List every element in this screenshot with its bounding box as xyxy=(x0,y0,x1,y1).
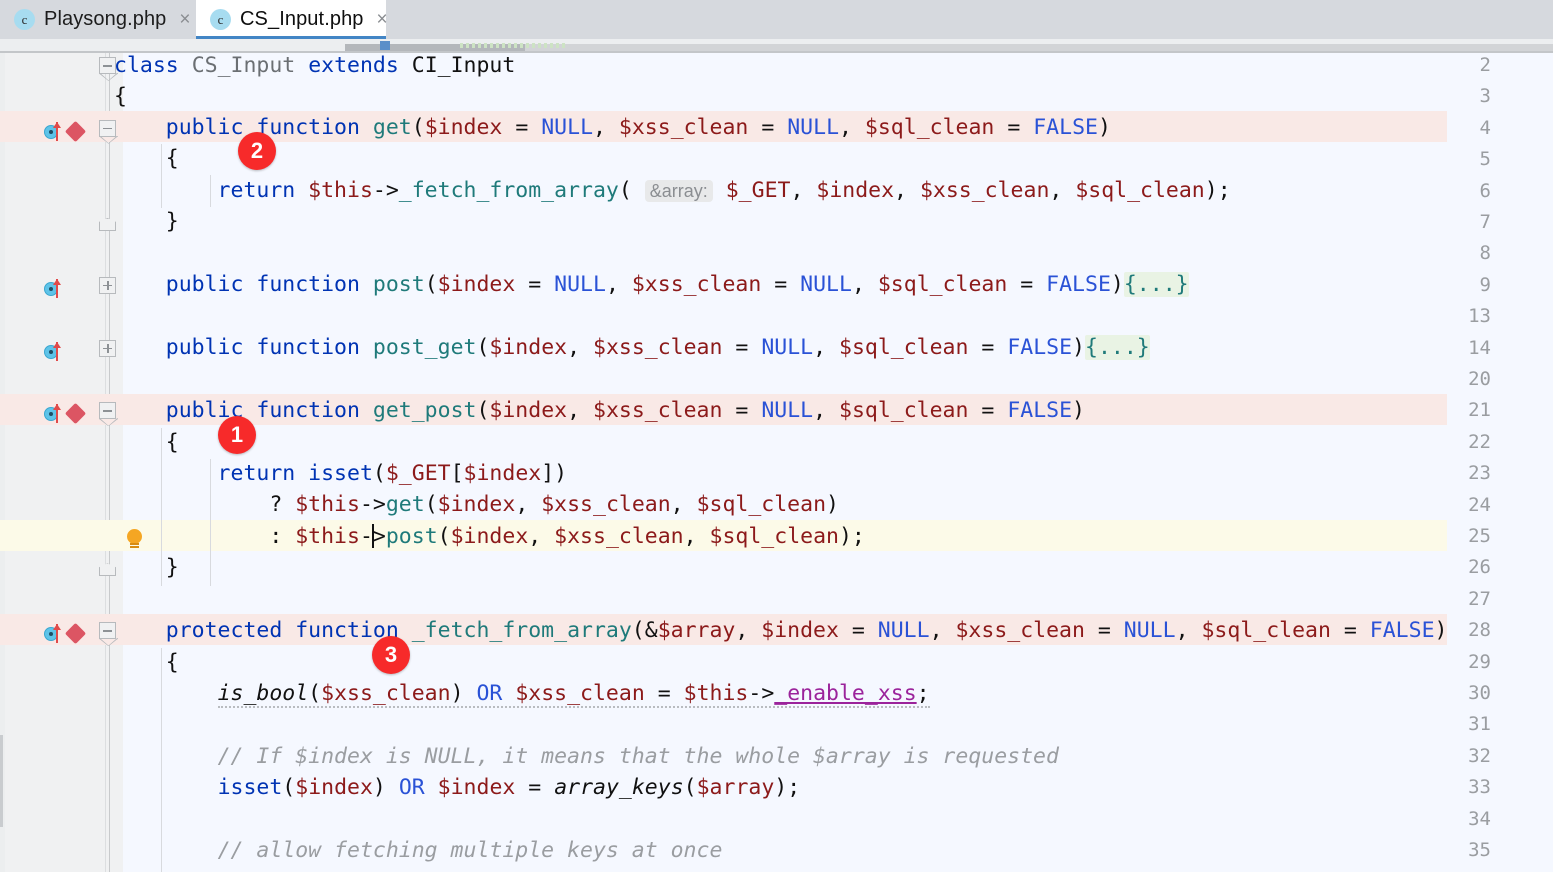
close-icon[interactable]: × xyxy=(377,10,388,29)
code-line-30: is_bool($xss_clean) OR $xss_clean = $thi… xyxy=(217,681,930,708)
overriding-method-icon[interactable] xyxy=(44,341,62,361)
code-line-3: { xyxy=(114,84,127,109)
code-line-26: } xyxy=(114,555,179,580)
code-line-29: { xyxy=(114,650,179,675)
change-marker[interactable] xyxy=(0,767,3,827)
tab-cs-input-php[interactable]: c CS_Input.php × xyxy=(196,0,388,39)
editor-tab-bar: c Playsong.php × c CS_Input.php × xyxy=(0,0,1553,39)
tab-playsong-php[interactable]: c Playsong.php × xyxy=(0,0,204,39)
folded-region-marker xyxy=(460,43,565,48)
close-icon[interactable]: × xyxy=(179,10,190,29)
caret-row-gutter-highlight xyxy=(0,520,17,552)
code-line-32: // If $index is NULL, it means that the … xyxy=(217,744,1059,769)
inlay-parameter-hint: &array: xyxy=(644,180,713,202)
step-badge-3: 3 xyxy=(372,636,410,674)
scrollbar-marker xyxy=(380,41,390,50)
code-line-28: protected function _fetch_from_array(&$a… xyxy=(114,618,1448,643)
line-number-gutter[interactable] xyxy=(5,53,105,872)
overriding-method-icon[interactable] xyxy=(44,624,62,644)
code-line-33: isset($index) OR $index = array_keys($ar… xyxy=(217,775,801,800)
change-marker[interactable] xyxy=(0,735,3,767)
code-line-5: { xyxy=(114,146,179,171)
code-line-7: } xyxy=(114,209,179,234)
code-line-9: public function post($index = NULL, $xss… xyxy=(114,272,1189,297)
code-line-25: : $this->post($index, $xss_clean, $sql_c… xyxy=(114,524,865,549)
step-badge-2: 2 xyxy=(238,132,276,170)
code-line-21: public function get_post($index, $xss_cl… xyxy=(114,398,1085,423)
php-class-icon: c xyxy=(14,9,35,30)
code-line-6: return $this->_fetch_from_array( &array:… xyxy=(114,178,1231,203)
folded-code-placeholder[interactable]: {...} xyxy=(1085,335,1150,360)
folded-code-placeholder[interactable]: {...} xyxy=(1123,272,1189,297)
code-line-22: { xyxy=(114,430,179,455)
code-line-14: public function post_get($index, $xss_cl… xyxy=(114,335,1150,360)
code-line-23: return isset($_GET[$index]) xyxy=(114,461,568,486)
code-line-2: class CS_Input extends CI_Input xyxy=(114,53,516,78)
overriding-method-icon[interactable] xyxy=(44,121,62,141)
code-line-35: // allow fetching multiple keys at once xyxy=(217,838,723,863)
tab-label: CS_Input.php xyxy=(240,8,364,30)
code-editor[interactable]: 2 3 4 5 6 7 8 9 13 14 20 21 22 23 24 25 26 27 28 29 30 31 32 33… xyxy=(0,53,1553,872)
overriding-method-icon[interactable] xyxy=(44,278,62,298)
php-class-icon: c xyxy=(210,9,231,30)
code-text-area[interactable]: class CS_Input extends CI_Input { public… xyxy=(106,53,1553,872)
code-line-24: ? $this->get($index, $xss_clean, $sql_cl… xyxy=(114,492,839,517)
overriding-method-icon[interactable] xyxy=(44,404,62,424)
step-badge-1: 1 xyxy=(218,416,256,454)
tab-label: Playsong.php xyxy=(44,8,167,30)
